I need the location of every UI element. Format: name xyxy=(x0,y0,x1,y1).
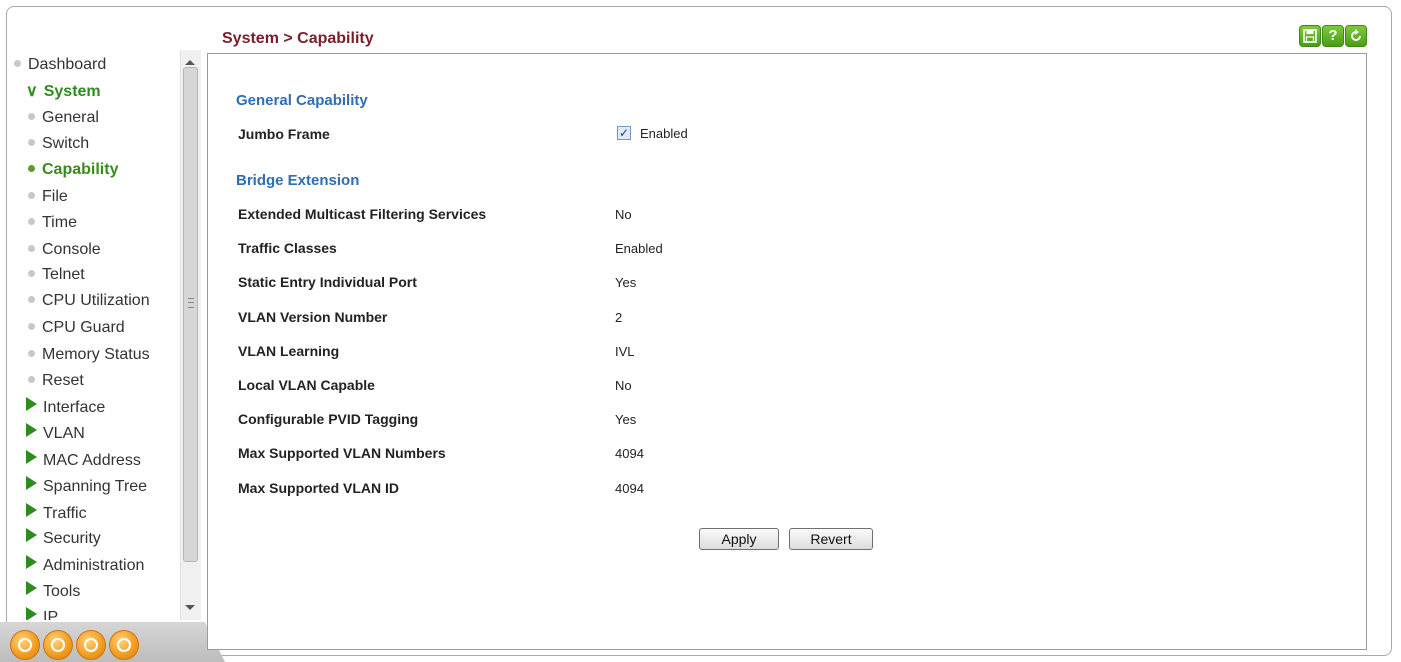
bullet-icon xyxy=(28,296,35,303)
page-title: System > Capability xyxy=(222,30,374,47)
row-label: Max Supported VLAN ID xyxy=(238,480,400,496)
arrow-right-icon xyxy=(26,528,37,542)
row-value: Yes xyxy=(615,412,637,427)
jumbo-frame-value: Enabled xyxy=(640,126,688,141)
bullet-icon xyxy=(14,60,21,67)
row-value: 4094 xyxy=(615,481,644,496)
mail-icon[interactable] xyxy=(76,630,106,660)
bullet-icon xyxy=(28,323,35,330)
sidebar-item-spanning-tree[interactable]: Spanning Tree xyxy=(26,476,147,498)
row-label: VLAN Version Number xyxy=(238,309,388,325)
refresh-icon[interactable] xyxy=(1345,25,1367,47)
row-label: Max Supported VLAN Numbers xyxy=(238,445,446,461)
network-icon[interactable] xyxy=(10,630,40,660)
row-label: Configurable PVID Tagging xyxy=(238,411,419,427)
sidebar-nav: Dashboard ∨ System General Switch Capabil… xyxy=(14,50,194,620)
row-value: 2 xyxy=(615,310,623,325)
sidebar-item-general[interactable]: General xyxy=(28,107,99,129)
globe-icon[interactable] xyxy=(109,630,139,660)
bullet-icon xyxy=(28,113,35,120)
apply-button[interactable]: Apply xyxy=(699,528,779,550)
bullet-icon xyxy=(28,270,35,277)
bullet-icon xyxy=(28,350,35,357)
arrow-right-icon xyxy=(26,607,37,620)
arrow-right-icon xyxy=(26,397,37,411)
sidebar-item-security[interactable]: Security xyxy=(26,528,101,550)
row-label: Extended Multicast Filtering Services xyxy=(238,206,487,222)
sidebar-item-console[interactable]: Console xyxy=(28,239,101,261)
arrow-right-icon xyxy=(26,581,37,595)
sidebar-item-memory-status[interactable]: Memory Status xyxy=(28,344,150,366)
sidebar-item-traffic[interactable]: Traffic xyxy=(26,503,87,525)
row-value: Yes xyxy=(615,275,637,290)
row-value: No xyxy=(615,207,632,222)
sidebar-item-telnet[interactable]: Telnet xyxy=(28,264,85,286)
back-icon[interactable] xyxy=(43,630,73,660)
row-label: Local VLAN Capable xyxy=(238,377,375,393)
help-icon[interactable]: ? xyxy=(1322,25,1344,47)
arrow-right-icon xyxy=(26,423,37,437)
sidebar-scrollbar[interactable] xyxy=(180,50,201,620)
arrow-right-icon xyxy=(26,476,37,490)
bullet-icon xyxy=(28,218,35,225)
scroll-up-icon[interactable] xyxy=(185,60,195,65)
jumbo-frame-checkbox[interactable]: ✓ xyxy=(617,126,631,140)
bullet-icon xyxy=(28,139,35,146)
sidebar-item-dashboard[interactable]: Dashboard xyxy=(14,54,106,76)
sidebar-item-system[interactable]: ∨ System xyxy=(26,81,101,103)
row-value: IVL xyxy=(615,344,635,359)
sidebar-item-cpu-utilization[interactable]: CPU Utilization xyxy=(28,290,150,312)
grip-icon xyxy=(188,298,194,308)
arrow-right-icon xyxy=(26,555,37,569)
sidebar-item-file[interactable]: File xyxy=(28,186,68,208)
scroll-down-icon[interactable] xyxy=(185,605,195,610)
bridge-extension-heading: Bridge Extension xyxy=(236,172,360,189)
row-label: Traffic Classes xyxy=(238,240,337,256)
row-value: Enabled xyxy=(615,241,663,256)
bullet-icon xyxy=(28,245,35,252)
scroll-thumb[interactable] xyxy=(183,67,198,562)
row-value: No xyxy=(615,378,632,393)
main-panel xyxy=(207,53,1367,650)
chevron-down-icon: ∨ xyxy=(26,83,38,100)
sidebar-item-vlan[interactable]: VLAN xyxy=(26,423,85,445)
sidebar-item-reset[interactable]: Reset xyxy=(28,370,84,392)
sidebar-item-time[interactable]: Time xyxy=(28,212,77,234)
row-label: VLAN Learning xyxy=(238,343,340,359)
row-value: 4094 xyxy=(615,446,644,461)
jumbo-frame-label: Jumbo Frame xyxy=(238,126,330,142)
arrow-right-icon xyxy=(26,503,37,517)
sidebar-item-cpu-guard[interactable]: CPU Guard xyxy=(28,317,125,339)
save-icon[interactable] xyxy=(1299,25,1321,47)
bullet-icon xyxy=(28,192,35,199)
bullet-icon xyxy=(28,376,35,383)
sidebar-item-administration[interactable]: Administration xyxy=(26,555,144,577)
sidebar-item-capability[interactable]: Capability xyxy=(28,159,118,181)
arrow-right-icon xyxy=(26,450,37,464)
sidebar-item-mac-address[interactable]: MAC Address xyxy=(26,450,141,472)
general-capability-heading: General Capability xyxy=(236,92,368,109)
sidebar-item-interface[interactable]: Interface xyxy=(26,397,105,419)
sidebar-item-ip[interactable]: IP xyxy=(26,607,58,620)
row-label: Static Entry Individual Port xyxy=(238,274,417,290)
sidebar-item-switch[interactable]: Switch xyxy=(28,133,89,155)
revert-button[interactable]: Revert xyxy=(789,528,873,550)
sidebar-item-tools[interactable]: Tools xyxy=(26,581,80,603)
bullet-icon xyxy=(28,165,35,172)
